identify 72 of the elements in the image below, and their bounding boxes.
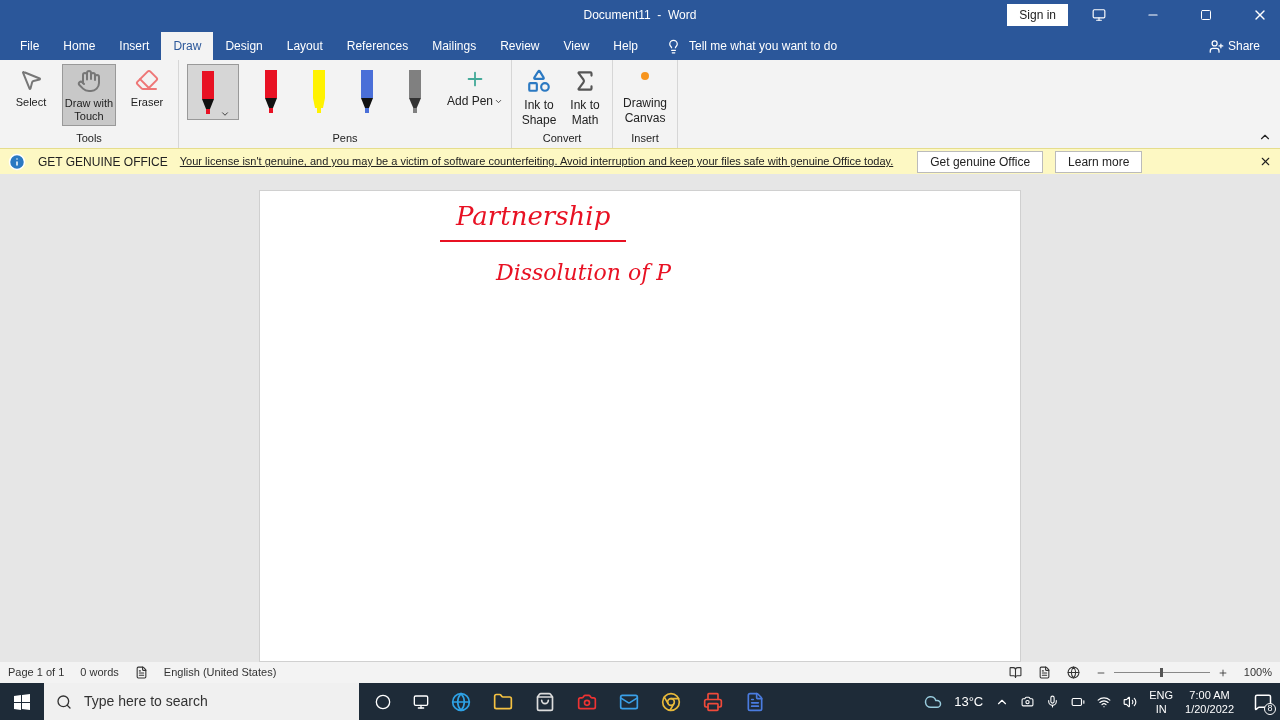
tool-button[interactable]: Select	[4, 64, 58, 126]
taskbar-search-field[interactable]: Type here to search	[44, 683, 359, 720]
caret-icon	[494, 97, 504, 106]
language-status[interactable]: English (United States)	[163, 664, 277, 681]
ribbon-tab[interactable]: Review	[488, 32, 552, 60]
shapes-icon	[526, 68, 553, 94]
info-icon	[8, 152, 26, 171]
zoom-thumb[interactable]	[1159, 668, 1163, 677]
read-mode-icon[interactable]	[1008, 666, 1022, 679]
group-label: Convert	[541, 130, 583, 146]
windows-logo-icon	[14, 693, 30, 710]
notice-button[interactable]: Learn more	[1055, 150, 1143, 173]
select-icon	[19, 68, 43, 92]
camera-icon[interactable]	[1021, 695, 1035, 708]
sign-in-button[interactable]: Sign in	[1007, 4, 1068, 26]
wifi-icon[interactable]	[1097, 694, 1112, 709]
eraser-icon	[135, 68, 159, 92]
ribbon-tab[interactable]: Design	[213, 32, 275, 60]
tool-button[interactable]: Eraser	[120, 64, 174, 126]
caret-icon	[220, 109, 230, 119]
temperature[interactable]: 13°C	[954, 691, 984, 712]
ribbon-tab[interactable]: View	[551, 32, 602, 60]
store-icon[interactable]	[535, 691, 555, 712]
person-add-icon	[1208, 38, 1224, 54]
handwritten-ink: Partnership	[440, 197, 627, 242]
touch-icon	[77, 69, 101, 93]
restore-icon[interactable]	[1200, 9, 1212, 21]
zoom-in-icon[interactable]	[1217, 667, 1228, 678]
tool-button[interactable]: Draw with Touch	[62, 64, 116, 126]
pen-button[interactable]	[187, 64, 239, 120]
ribbon-tab[interactable]: Help	[601, 32, 650, 60]
ribbon-tab[interactable]: References	[334, 32, 421, 60]
page-count[interactable]: Page 1 of 1	[8, 664, 65, 681]
input-language[interactable]: ENG	[1149, 687, 1174, 702]
ribbon-tab[interactable]: Home	[51, 32, 108, 60]
print-layout-icon[interactable]	[1037, 666, 1051, 679]
group-label: Pens	[331, 130, 359, 146]
drawing-canvas-button[interactable]: Drawing Canvas	[621, 64, 670, 130]
notification-count: 8	[1264, 702, 1276, 715]
ribbon-tab[interactable]: Mailings	[420, 32, 489, 60]
notice-button[interactable]: Get genuine Office	[917, 150, 1044, 173]
window-title: Document11 - Word	[583, 7, 697, 24]
ribbon-tab[interactable]: File	[8, 32, 52, 60]
search-icon	[56, 693, 72, 710]
share-button[interactable]: Share	[1208, 32, 1260, 60]
convert-button[interactable]: Ink to Math	[566, 64, 605, 130]
word-count[interactable]: 0 words	[80, 664, 119, 681]
ribbon-tab[interactable]: Layout	[274, 32, 335, 60]
cortana-icon[interactable]	[375, 693, 391, 710]
microphone-icon[interactable]	[1046, 695, 1060, 708]
convert-button[interactable]: Ink to Shape	[520, 64, 559, 130]
clock-date[interactable]: 1/20/2022	[1185, 701, 1234, 716]
add-pen-button[interactable]: Add Pen	[447, 64, 504, 109]
notice-title: GET GENUINE OFFICE	[38, 153, 168, 171]
lightbulb-icon	[666, 38, 681, 54]
web-layout-icon[interactable]	[1066, 666, 1080, 679]
ribbon-display-icon[interactable]	[1092, 8, 1106, 22]
task-view-icon[interactable]	[413, 693, 429, 710]
notice-link[interactable]: Your license isn't genuine, and you may be a victim of software counterfeiting. Avoid interruption and keep your files safe with genuine Office today.	[179, 153, 894, 170]
ribbon-tab[interactable]: Draw	[161, 32, 214, 60]
ribbon-tab[interactable]: Insert	[107, 32, 162, 60]
volume-icon[interactable]	[1123, 694, 1138, 709]
group-label: Tools	[75, 130, 103, 146]
handwritten-ink: Dissolution of P	[496, 259, 672, 287]
group-label: Insert	[630, 130, 660, 146]
input-region[interactable]: IN	[1155, 701, 1167, 716]
tell-me-field[interactable]: Tell me what you want to do	[689, 37, 838, 55]
close-icon[interactable]	[1259, 155, 1272, 168]
folder-icon[interactable]	[493, 691, 513, 712]
clock-time[interactable]: 7:00 AM	[1189, 687, 1230, 702]
proofing-icon[interactable]	[134, 666, 148, 679]
zoom-level[interactable]: 100%	[1243, 664, 1272, 681]
